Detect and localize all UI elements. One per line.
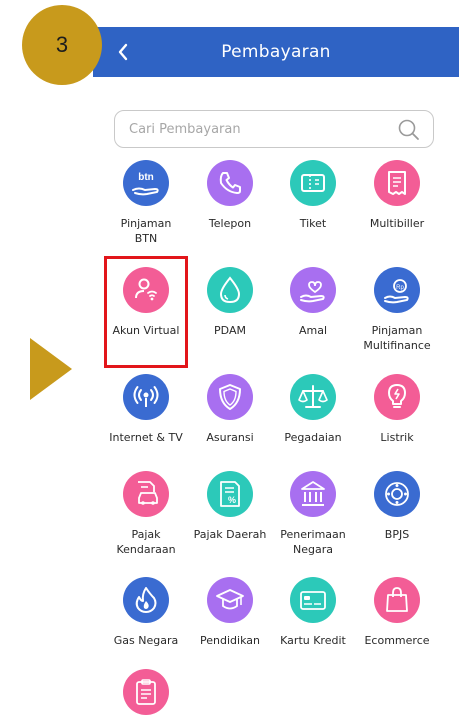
search-input[interactable] bbox=[129, 121, 379, 137]
svg-text:Rp: Rp bbox=[396, 285, 404, 291]
payment-tile-gas-negara[interactable]: Gas Negara bbox=[101, 577, 191, 648]
credit-card-icon bbox=[290, 577, 336, 623]
payment-tile-label: Internet & TV bbox=[109, 431, 183, 444]
payment-tile-label: PDAM bbox=[214, 324, 246, 337]
search-bar[interactable] bbox=[114, 110, 434, 148]
water-drop-icon bbox=[207, 267, 253, 313]
btn-hand-icon: btn bbox=[123, 160, 169, 206]
payment-tile-label: Pinjaman BTN bbox=[120, 217, 172, 245]
payment-tile-label: Pendidikan bbox=[200, 634, 260, 647]
scale-icon bbox=[290, 374, 336, 420]
step-number: 3 bbox=[55, 32, 69, 57]
payment-tile-label: Asuransi bbox=[206, 431, 254, 444]
receipt-icon bbox=[374, 160, 420, 206]
car-tax-icon bbox=[123, 471, 169, 517]
payment-tile-label: Multibiller bbox=[369, 217, 425, 230]
payment-tile-pinjaman-multifinance[interactable]: Rp Pinjaman Multifinance bbox=[352, 267, 442, 353]
payment-tile-label: Tiket bbox=[299, 217, 327, 230]
shield-icon bbox=[207, 374, 253, 420]
charity-heart-icon bbox=[290, 267, 336, 313]
payment-tile-pajak-daerah[interactable]: % Pajak Daerah bbox=[185, 471, 275, 542]
payment-tile-multibiller[interactable]: Multibiller bbox=[352, 160, 442, 231]
payment-tile-label: Pajak Kendaraan bbox=[116, 528, 176, 556]
shopping-bag-icon bbox=[374, 577, 420, 623]
government-building-icon bbox=[290, 471, 336, 517]
svg-text:%: % bbox=[228, 495, 236, 505]
payment-tile-label: Pinjaman Multifinance bbox=[363, 324, 431, 352]
payment-tile-ecommerce[interactable]: Ecommerce bbox=[352, 577, 442, 648]
payment-tile-label: Ecommerce bbox=[364, 634, 430, 647]
payment-tile-akun-virtual[interactable]: Akun Virtual bbox=[101, 267, 191, 338]
payment-tile-label: Gas Negara bbox=[113, 634, 179, 647]
payment-tile-tiket[interactable]: Tiket bbox=[268, 160, 358, 231]
bpjs-icon bbox=[374, 471, 420, 517]
virtual-account-icon bbox=[123, 267, 169, 313]
payment-tile-pdam[interactable]: PDAM bbox=[185, 267, 275, 338]
payment-tile-bpjs[interactable]: BPJS bbox=[352, 471, 442, 542]
payment-tile-telepon[interactable]: Telepon bbox=[185, 160, 275, 231]
payment-tile-label: Pegadaian bbox=[284, 431, 342, 444]
svg-text:btn: btn bbox=[138, 172, 154, 183]
app-header: Pembayaran bbox=[93, 27, 459, 77]
payment-tile-more[interactable] bbox=[101, 669, 191, 715]
payment-tile-label: Kartu Kredit bbox=[280, 634, 346, 647]
pointer-arrow-icon bbox=[30, 338, 72, 400]
step-number-badge: 3 bbox=[22, 5, 102, 85]
payment-tile-label: BPJS bbox=[384, 528, 410, 541]
payment-tile-label: Amal bbox=[298, 324, 328, 337]
graduation-cap-icon bbox=[207, 577, 253, 623]
page-title: Pembayaran bbox=[221, 42, 331, 62]
payment-tile-kartu-kredit[interactable]: Kartu Kredit bbox=[268, 577, 358, 648]
search-icon[interactable] bbox=[397, 118, 421, 142]
lightbulb-icon bbox=[374, 374, 420, 420]
loan-hand-icon: Rp bbox=[374, 267, 420, 313]
payment-tile-label: Telepon bbox=[208, 217, 252, 230]
payment-tile-asuransi[interactable]: Asuransi bbox=[185, 374, 275, 445]
phone-icon bbox=[207, 160, 253, 206]
payment-tile-pajak-kendaraan[interactable]: Pajak Kendaraan bbox=[101, 471, 191, 557]
ticket-icon bbox=[290, 160, 336, 206]
broadcast-icon bbox=[123, 374, 169, 420]
payment-tile-pendidikan[interactable]: Pendidikan bbox=[185, 577, 275, 648]
flame-icon bbox=[123, 577, 169, 623]
back-button[interactable] bbox=[111, 37, 135, 67]
payment-tile-listrik[interactable]: Listrik bbox=[352, 374, 442, 445]
payment-tile-penerimaan-negara[interactable]: Penerimaan Negara bbox=[268, 471, 358, 557]
chevron-left-icon bbox=[118, 43, 128, 61]
payment-tile-label: Penerimaan Negara bbox=[280, 528, 346, 556]
payment-tile-pegadaian[interactable]: Pegadaian bbox=[268, 374, 358, 445]
clipboard-icon bbox=[123, 669, 169, 715]
payment-tile-pinjaman-btn[interactable]: btn Pinjaman BTN bbox=[101, 160, 191, 246]
tax-document-icon: % bbox=[207, 471, 253, 517]
payment-tile-label: Akun Virtual bbox=[112, 324, 180, 337]
payment-tile-internet-tv[interactable]: Internet & TV bbox=[101, 374, 191, 445]
payment-tile-label: Pajak Daerah bbox=[193, 528, 267, 541]
payment-tile-label: Listrik bbox=[380, 431, 414, 444]
payment-tile-amal[interactable]: Amal bbox=[268, 267, 358, 338]
